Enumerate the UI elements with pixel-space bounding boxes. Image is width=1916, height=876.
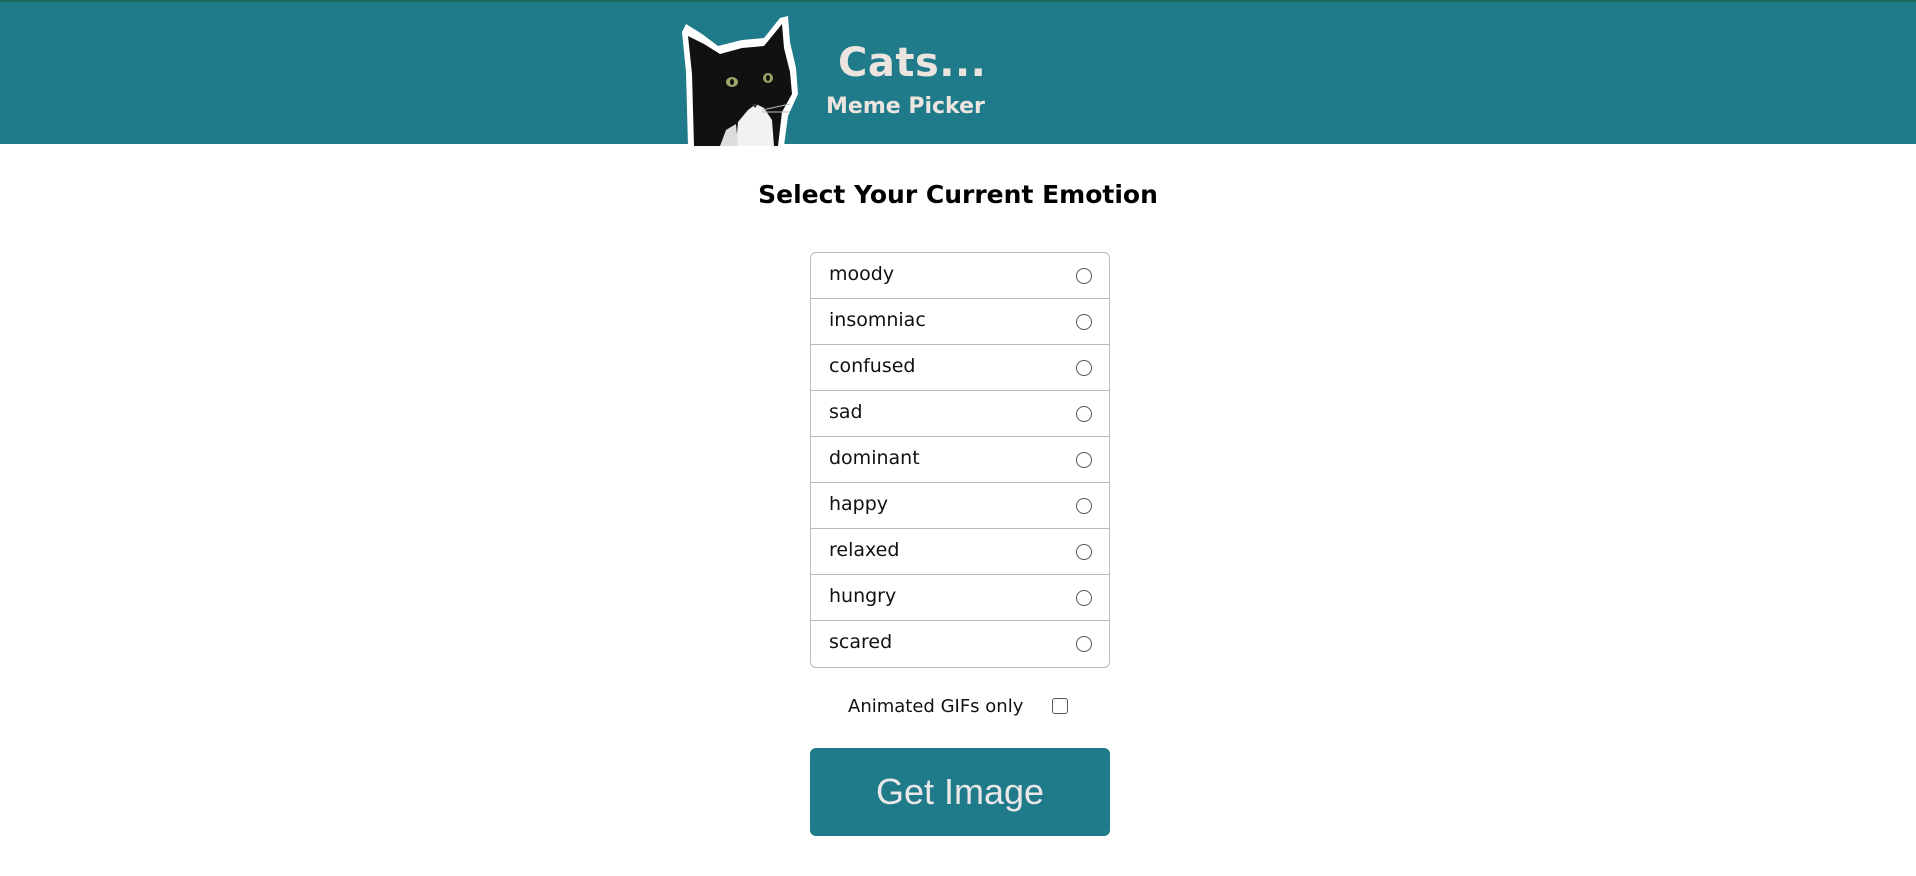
emotion-radio-list: moody insomniac confused sad dominant ha… xyxy=(810,252,1110,668)
emotion-option-scared[interactable]: scared xyxy=(811,621,1109,667)
emotion-option-relaxed[interactable]: relaxed xyxy=(811,529,1109,575)
page-heading: Select Your Current Emotion xyxy=(758,180,1158,209)
cat-logo-icon xyxy=(682,16,798,146)
radio-button[interactable] xyxy=(1076,314,1092,330)
emotion-option-dominant[interactable]: dominant xyxy=(811,437,1109,483)
emotion-option-confused[interactable]: confused xyxy=(811,345,1109,391)
gifs-only-label: Animated GIFs only xyxy=(848,696,1024,717)
emotion-option-happy[interactable]: happy xyxy=(811,483,1109,529)
emotion-label: sad xyxy=(829,401,863,423)
site-title: Cats... xyxy=(838,40,987,86)
emotion-label: happy xyxy=(829,493,889,515)
site-header: Cats... Meme Picker xyxy=(0,0,1916,146)
radio-button[interactable] xyxy=(1076,544,1092,560)
get-image-button[interactable]: Get Image xyxy=(810,748,1110,836)
gifs-only-checkbox[interactable] xyxy=(1052,698,1068,714)
emotion-label: hungry xyxy=(829,585,897,607)
radio-button[interactable] xyxy=(1076,452,1092,468)
radio-button[interactable] xyxy=(1076,406,1092,422)
emotion-label: scared xyxy=(829,631,893,653)
emotion-option-hungry[interactable]: hungry xyxy=(811,575,1109,621)
emotion-label: dominant xyxy=(829,447,920,469)
radio-button[interactable] xyxy=(1076,636,1092,652)
emotion-option-sad[interactable]: sad xyxy=(811,391,1109,437)
emotion-label: insomniac xyxy=(829,309,926,331)
emotion-option-moody[interactable]: moody xyxy=(811,253,1109,299)
site-subtitle: Meme Picker xyxy=(826,94,985,119)
radio-button[interactable] xyxy=(1076,498,1092,514)
emotion-label: moody xyxy=(829,263,895,285)
radio-button[interactable] xyxy=(1076,268,1092,284)
emotion-label: confused xyxy=(829,355,916,377)
radio-button[interactable] xyxy=(1076,360,1092,376)
radio-button[interactable] xyxy=(1076,590,1092,606)
emotion-label: relaxed xyxy=(829,539,900,561)
emotion-option-insomniac[interactable]: insomniac xyxy=(811,299,1109,345)
